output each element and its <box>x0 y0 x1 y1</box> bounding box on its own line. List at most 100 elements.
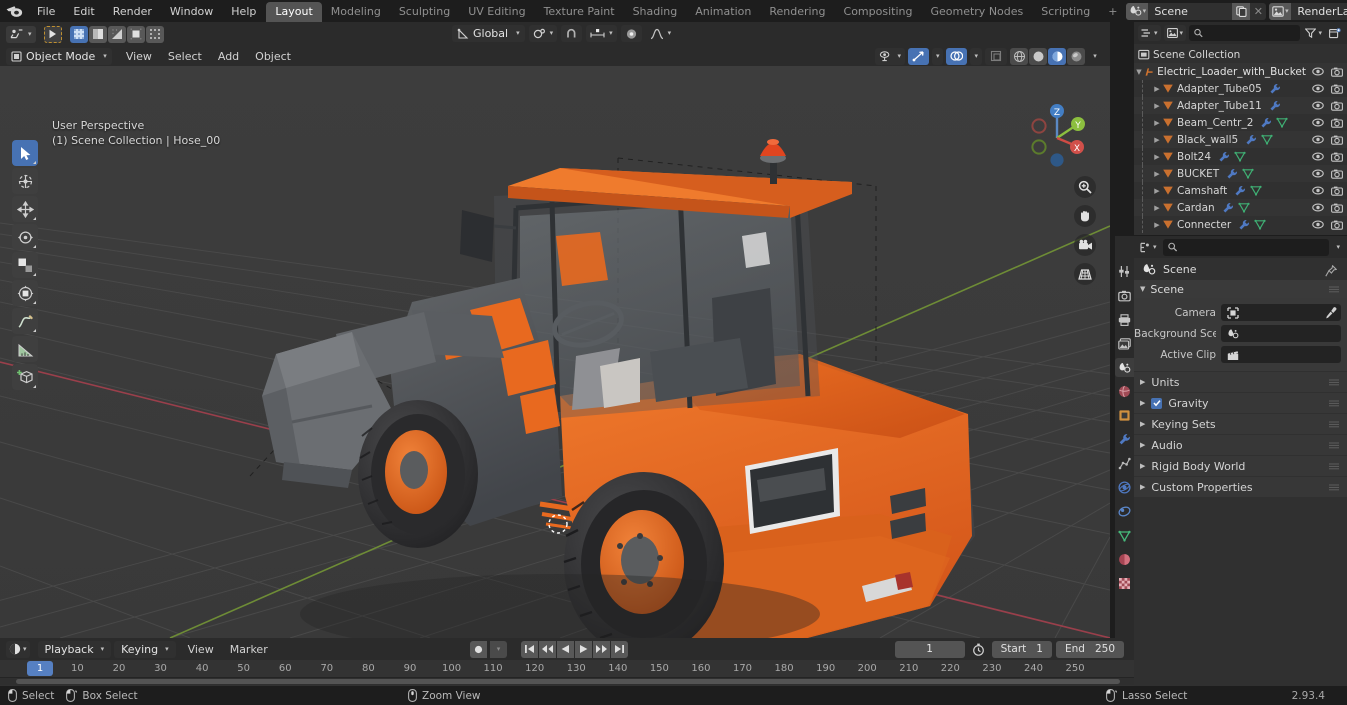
shading-rendered-icon[interactable] <box>1067 47 1085 65</box>
pivot-point-selector[interactable]: ▾ <box>528 25 558 42</box>
eye-icon[interactable] <box>1312 203 1324 212</box>
eye-icon[interactable] <box>1312 67 1324 76</box>
properties-tab-modifiers[interactable] <box>1115 430 1134 449</box>
scene-name[interactable]: Scene <box>1148 5 1232 18</box>
magnet-icon[interactable] <box>561 25 583 42</box>
object-expand-arrow[interactable]: ▶ <box>1152 187 1162 195</box>
panel-header-audio[interactable]: ▶ Audio <box>1134 435 1347 455</box>
menu-help[interactable]: Help <box>223 3 264 20</box>
panel-header-scene[interactable]: ▼ Scene <box>1134 280 1347 298</box>
navigation-gizmo[interactable]: Z Y X <box>1020 98 1094 172</box>
properties-tab-constraints[interactable] <box>1115 502 1134 521</box>
properties-tab-view-layer[interactable] <box>1115 334 1134 353</box>
transform-orientation-selector[interactable]: Global ▾ <box>452 25 525 42</box>
pivot-3-icon[interactable] <box>126 25 145 43</box>
tool-scale[interactable] <box>12 252 38 278</box>
eye-icon[interactable] <box>1312 101 1324 110</box>
camera-render-icon[interactable] <box>1331 84 1343 94</box>
play-button[interactable] <box>575 640 592 658</box>
outliner-row-object[interactable]: ▶ Adapter_Tube11 <box>1134 97 1347 114</box>
scene-selector[interactable]: ▾ Scene ✕ <box>1126 2 1267 20</box>
viewport-menu-object[interactable]: Object <box>247 48 299 65</box>
outliner-display-mode-icon[interactable]: ▾ <box>1138 25 1161 41</box>
camera-render-icon[interactable] <box>1331 152 1343 162</box>
gizmo-icon[interactable] <box>907 47 929 65</box>
outliner-row-object[interactable]: ▶ Camshaft <box>1134 182 1347 199</box>
panel-header-custom-properties[interactable]: ▶ Custom Properties <box>1134 477 1347 497</box>
active-clip-field[interactable] <box>1221 346 1341 363</box>
tool-rotate[interactable] <box>12 224 38 250</box>
proportional-edit-icon[interactable] <box>620 25 642 42</box>
add-workspace-button[interactable]: + <box>1099 2 1126 22</box>
timeline-menu-marker[interactable]: Marker <box>222 641 276 658</box>
viewport-menu-view[interactable]: View <box>118 48 160 65</box>
object-visibility-icon[interactable]: ▾ <box>875 47 905 65</box>
outliner-row-object[interactable]: ▶ Bolt24 <box>1134 148 1347 165</box>
current-frame-field[interactable]: 1 <box>894 640 965 658</box>
tool-add-cube[interactable] <box>12 364 38 390</box>
tool-tweak[interactable] <box>12 140 38 166</box>
viewport-menu-add[interactable]: Add <box>210 48 247 65</box>
eye-icon[interactable] <box>1312 169 1324 178</box>
timeline-playhead[interactable]: 1 <box>27 661 53 676</box>
panel-header-rigid-body-world[interactable]: ▶ Rigid Body World <box>1134 456 1347 476</box>
overlays-dropdown-icon[interactable]: ▾ <box>970 47 982 65</box>
view-layer-name[interactable]: RenderLayer <box>1291 5 1347 18</box>
new-collection-icon[interactable] <box>1327 25 1343 42</box>
view-layer-selector[interactable]: ▾ RenderLayer ✕ <box>1269 2 1347 20</box>
object-expand-arrow[interactable]: ▶ <box>1152 136 1162 144</box>
workspace-tab-compositing[interactable]: Compositing <box>835 2 922 22</box>
camera-render-icon[interactable] <box>1331 67 1343 77</box>
outliner-filter-id-icon[interactable]: ▾ <box>1163 25 1187 41</box>
outliner-row-scene-collection[interactable]: Scene Collection <box>1134 46 1347 63</box>
eyedropper-icon[interactable] <box>1325 306 1337 319</box>
editor-type-selector[interactable]: ▾ <box>6 25 36 43</box>
eye-icon[interactable] <box>1312 135 1324 144</box>
snap-mode-selector[interactable]: ▾ <box>586 25 617 42</box>
stopwatch-icon[interactable] <box>969 641 988 658</box>
pivot-1-icon[interactable] <box>88 25 107 43</box>
properties-search-input[interactable] <box>1180 241 1325 253</box>
workspace-tab-layout[interactable]: Layout <box>266 2 322 22</box>
camera-render-icon[interactable] <box>1331 169 1343 179</box>
properties-tab-scene[interactable] <box>1115 358 1134 377</box>
hand-pan-icon[interactable] <box>1074 205 1096 227</box>
object-expand-arrow[interactable]: ▶ <box>1152 221 1162 229</box>
tool-measure[interactable] <box>12 336 38 362</box>
frame-end-field[interactable]: End 250 <box>1055 640 1124 658</box>
outliner-row-collection[interactable]: ▼ Electric_Loader_with_Bucket <box>1134 63 1347 80</box>
menu-edit[interactable]: Edit <box>65 3 102 20</box>
workspace-tab-rendering[interactable]: Rendering <box>760 2 834 22</box>
new-scene-icon[interactable] <box>1232 2 1251 20</box>
workspace-tab-animation[interactable]: Animation <box>686 2 760 22</box>
funnel-icon[interactable]: ▾ <box>1303 25 1324 42</box>
shading-wireframe-icon[interactable] <box>1010 47 1028 65</box>
object-expand-arrow[interactable]: ▶ <box>1152 153 1162 161</box>
object-expand-arrow[interactable]: ▶ <box>1152 85 1162 93</box>
outliner-row-object[interactable]: ▶ Beam_Centr_2 <box>1134 114 1347 131</box>
record-icon[interactable] <box>470 640 487 658</box>
camera-render-icon[interactable] <box>1331 203 1343 213</box>
properties-tab-object[interactable] <box>1115 406 1134 425</box>
menu-file[interactable]: File <box>29 3 63 20</box>
object-expand-arrow[interactable]: ▶ <box>1152 102 1162 110</box>
chevron-down-icon[interactable]: ▾ <box>1333 239 1343 256</box>
panel-header-keying-sets[interactable]: ▶ Keying Sets <box>1134 414 1347 434</box>
properties-tab-particles[interactable] <box>1115 454 1134 473</box>
tool-move[interactable] <box>12 196 38 222</box>
jump-to-start-button[interactable] <box>521 640 538 658</box>
workspace-tab-geometry-nodes[interactable]: Geometry Nodes <box>921 2 1032 22</box>
outliner-search-input[interactable] <box>1206 27 1296 39</box>
proportional-falloff-icon[interactable]: ▾ <box>646 25 676 42</box>
frame-range-field[interactable]: Start 1 <box>991 640 1052 658</box>
play-icon[interactable] <box>43 25 62 43</box>
camera-render-icon[interactable] <box>1331 220 1343 230</box>
gravity-checkbox[interactable] <box>1151 397 1163 409</box>
collection-expand-arrow[interactable]: ▼ <box>1134 68 1144 76</box>
outliner-row-object[interactable]: ▶ Cardan <box>1134 199 1347 216</box>
workspace-tab-texture-paint[interactable]: Texture Paint <box>535 2 624 22</box>
properties-tab-output[interactable] <box>1115 310 1134 329</box>
panel-header-gravity[interactable]: ▶ Gravity <box>1134 393 1347 413</box>
menu-window[interactable]: Window <box>162 3 221 20</box>
timeline-ruler[interactable]: 10 20 30 40 50 60 70 80 90 100 110 120 130 140 150 160 1… <box>0 660 1134 678</box>
